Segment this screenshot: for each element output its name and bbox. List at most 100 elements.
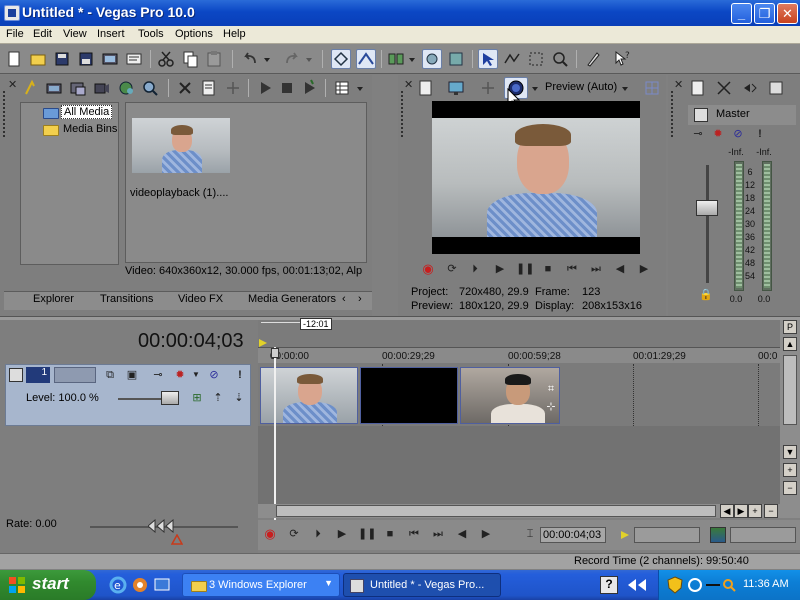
redo-icon[interactable] [282,49,302,69]
transport-stop-icon[interactable]: ■ [382,527,398,541]
track-composite-child-icon[interactable]: ⇣ [231,391,247,405]
views-icon[interactable] [332,78,352,98]
timeline-timecode[interactable]: 00:00:04;03 [138,330,244,353]
open-folder-icon[interactable] [28,49,48,69]
rate-reset-icon[interactable] [171,534,183,545]
media-properties-icon[interactable] [199,78,219,98]
vegas-app-icon[interactable] [4,5,20,21]
media-file-name[interactable]: videoplayback (1).... [130,187,228,199]
menu-tools[interactable]: Tools [138,28,164,40]
tree-item-media-bins[interactable]: Media Bins [63,123,117,135]
track-fade-icon[interactable]: ⇡ [210,391,226,405]
rate-slider-handle[interactable] [148,519,176,533]
tab-video-fx[interactable]: Video FX [178,291,223,308]
transport-previous-frame-icon[interactable]: ◀ [454,527,470,541]
scroll-down-button[interactable]: ▼ [783,445,797,459]
mixer-close-icon[interactable]: ✕ [674,78,683,91]
master-solo-icon[interactable]: ! [752,127,768,141]
preview-quality-label[interactable]: Preview (Auto) [545,81,617,93]
master-insert-fx-icon[interactable]: ⊸ [690,127,706,141]
preview-quality-dropdown[interactable] [530,78,540,98]
go-to-end-icon[interactable]: ⏭ [588,262,604,276]
menu-options[interactable]: Options [175,28,213,40]
track-compositing-mode-icon[interactable]: ⧉ [102,368,118,382]
tab-scroll-left[interactable]: ‹ [342,291,346,308]
track-level-slider-handle[interactable] [161,391,179,405]
selection-end-field[interactable] [730,527,796,543]
taskbar-clock[interactable]: 11:36 AM [743,578,789,590]
preview-close-icon[interactable]: ✕ [404,78,413,91]
track-fx-chain-icon[interactable]: ⊸ [150,368,166,382]
save-icon[interactable] [52,49,72,69]
scroll-up-button[interactable]: ▲ [783,337,797,351]
refresh-media-icon[interactable] [44,78,64,98]
track-fx-icon[interactable]: ✹ [172,368,188,382]
taskbar-vegas-pro[interactable]: Untitled * - Vegas Pro... [343,573,501,597]
split-screen-icon[interactable] [478,78,498,98]
redo-history-dropdown[interactable] [304,49,314,69]
normal-edit-tool-icon[interactable] [478,49,498,69]
tab-scroll-right[interactable]: › [358,291,362,308]
transport-play-from-start-icon[interactable]: ⏵ [310,527,326,541]
zoom-in-track-height-button[interactable]: + [783,463,797,477]
copy-icon[interactable] [180,49,200,69]
zoom-out-time-button[interactable]: − [764,504,778,518]
horizontal-scrollbar[interactable]: ◀ ▶ + − [258,504,780,518]
quicklaunch-ie-icon[interactable]: e [108,575,128,595]
undo-icon[interactable] [240,49,260,69]
close-button[interactable]: ✕ [777,3,798,24]
menu-file[interactable]: File [6,28,24,40]
undo-history-dropdown[interactable] [262,49,272,69]
transport-record-icon[interactable]: ◉ [262,527,278,541]
zoom-in-time-button[interactable]: + [748,504,762,518]
lock-fader-icon[interactable]: 🔒 [698,288,714,302]
auto-preview-icon[interactable] [299,78,319,98]
capture-video-icon[interactable] [92,78,112,98]
transport-go-to-start-icon[interactable]: ⏮ [406,527,422,541]
restore-button[interactable]: ❐ [754,3,775,24]
menu-view[interactable]: View [63,28,87,40]
envelope-edit-tool-icon[interactable] [502,49,522,69]
up-one-level-icon[interactable] [20,78,40,98]
auto-crossfade-icon[interactable] [356,49,376,69]
title-bar[interactable]: Untitled * - Vegas Pro 10.0 _ ❐ ✕ [0,0,800,26]
next-frame-icon[interactable]: ▶ [636,262,652,276]
explorer-close-icon[interactable]: ✕ [8,78,17,91]
playhead-handle[interactable] [271,348,279,358]
quicklaunch-desktop-icon[interactable] [152,575,172,595]
pause-icon[interactable]: ❚❚ [516,262,534,276]
event-fx-icon[interactable]: ⊹ [543,400,559,414]
cursor-position-field[interactable]: 00:00:04;03 [540,527,606,543]
vertical-scrollbar[interactable]: P ▲ ▼ + − [780,320,800,518]
play-from-start-icon[interactable]: ⏵ [467,262,483,276]
track-expand-icon[interactable]: ⊞ [189,391,205,405]
record-icon[interactable]: ◉ [420,262,436,276]
connection-icon[interactable] [705,577,721,593]
ignore-event-grouping-icon[interactable] [446,49,466,69]
downmix-output-icon[interactable] [714,78,734,98]
video-track-header[interactable]: 1 ⧉ ▣ ⊸ ✹ ▼ ⊘ ! Level: 100.0 % ⊞ ⇡ ⇣ [5,364,251,426]
media-fx-icon[interactable] [223,78,243,98]
taskbar-group-dropdown[interactable]: ▼ [324,578,333,588]
selection-edit-tool-icon[interactable] [526,49,546,69]
selection-length-field[interactable] [634,527,700,543]
scroll-right-button[interactable]: ▶ [734,504,748,518]
menu-help[interactable]: Help [223,28,246,40]
start-button[interactable]: start [0,570,96,600]
playhead-cursor[interactable] [274,347,276,527]
enable-snapping-icon[interactable] [331,49,351,69]
empty-track-area[interactable] [258,426,780,506]
quicklaunch-media-icon[interactable] [130,575,150,595]
video-clip-3[interactable]: ⌗ ⊹ [460,367,560,424]
search-tray-icon[interactable] [721,577,737,593]
transport-go-to-end-icon[interactable]: ⏭ [430,527,446,541]
master-mute-icon[interactable]: ⊘ [730,127,746,141]
preview-quality-menu-dropdown[interactable] [620,78,630,98]
track-mute-icon[interactable]: ⊘ [206,368,222,382]
stop-icon[interactable]: ■ [540,262,556,276]
search-media-icon[interactable] [140,78,160,98]
event-pan-crop-icon[interactable]: ⌗ [543,382,559,396]
loop-region-bar[interactable] [261,322,301,323]
auto-ripple-dropdown[interactable] [407,49,417,69]
menu-insert[interactable]: Insert [97,28,125,40]
